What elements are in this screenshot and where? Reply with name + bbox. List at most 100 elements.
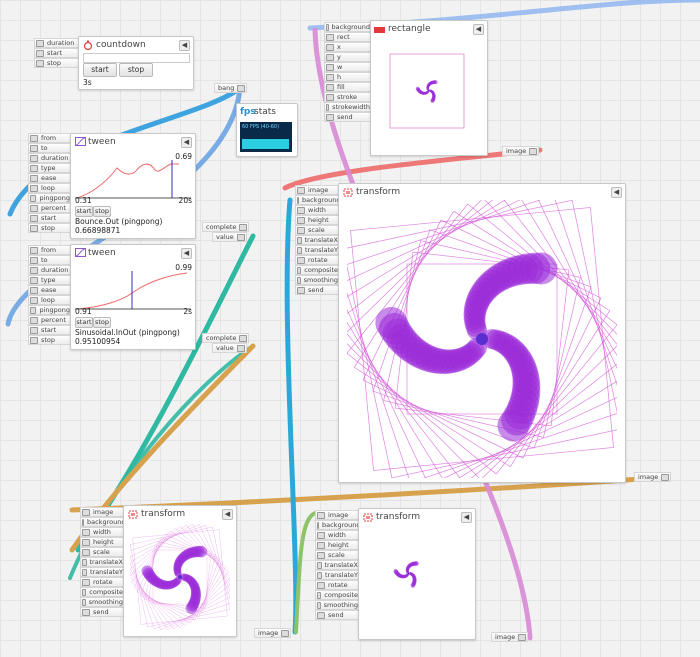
input-port[interactable]: x — [324, 42, 370, 52]
start-button[interactable]: start — [75, 206, 93, 217]
output-port-complete[interactable]: complete — [202, 333, 250, 343]
input-port[interactable]: type — [28, 275, 70, 285]
input-port[interactable]: fill — [324, 82, 370, 92]
input-port[interactable]: translateY — [315, 570, 358, 580]
input-port[interactable]: translateY — [295, 245, 338, 255]
input-port[interactable]: translateY — [80, 567, 123, 577]
close-button[interactable]: ◀ — [222, 509, 233, 520]
input-port[interactable]: rect — [324, 32, 370, 42]
close-button[interactable]: ◀ — [181, 248, 192, 259]
input-port[interactable]: translateX — [315, 560, 358, 570]
input-port[interactable]: width — [295, 205, 338, 215]
input-port[interactable]: stop — [28, 335, 70, 345]
rectangle-node[interactable]: rectangle ◀ — [370, 20, 488, 156]
input-port[interactable]: height — [315, 540, 358, 550]
transform-big-node[interactable]: transform ◀ — [338, 183, 626, 483]
input-port[interactable]: percent — [28, 203, 70, 213]
input-port[interactable]: send — [295, 285, 338, 295]
start-button[interactable]: start — [83, 63, 117, 77]
input-port[interactable]: rotate — [295, 255, 338, 265]
input-port[interactable]: width — [80, 527, 123, 537]
input-port[interactable]: strokewidth — [324, 102, 370, 112]
close-button[interactable]: ◀ — [179, 40, 190, 51]
output-port-image[interactable]: image — [491, 632, 529, 642]
input-port[interactable]: pingpong — [28, 193, 70, 203]
input-port[interactable]: composite — [80, 587, 123, 597]
input-port[interactable]: rotate — [315, 580, 358, 590]
input-port[interactable]: smoothing — [315, 600, 358, 610]
countdown-node[interactable]: countdown ◀ start stop 3s — [78, 36, 194, 90]
input-port[interactable]: loop — [28, 183, 70, 193]
input-port[interactable]: send — [80, 607, 123, 617]
fps-stats-node[interactable]: fps stats 60 FPS (40-60) — [236, 103, 298, 157]
input-port[interactable]: smoothing — [295, 275, 338, 285]
close-button[interactable]: ◀ — [611, 187, 622, 198]
input-port[interactable]: stop — [34, 58, 78, 68]
input-port[interactable]: stop — [28, 223, 70, 233]
input-port[interactable]: pingpong — [28, 305, 70, 315]
input-port[interactable]: composite — [315, 590, 358, 600]
input-port[interactable]: composite — [295, 265, 338, 275]
start-button[interactable]: start — [75, 317, 93, 328]
input-port[interactable]: loop — [28, 295, 70, 305]
close-button[interactable]: ◀ — [181, 137, 192, 148]
input-port[interactable]: type — [28, 163, 70, 173]
input-port[interactable]: image — [80, 507, 123, 517]
input-port[interactable]: image — [315, 510, 358, 520]
input-port[interactable]: background — [295, 195, 340, 205]
input-port[interactable]: to — [28, 143, 70, 153]
input-port[interactable]: height — [295, 215, 338, 225]
output-port-image[interactable]: image — [502, 146, 540, 156]
stop-button[interactable]: stop — [119, 63, 153, 77]
input-port[interactable]: height — [80, 537, 123, 547]
close-button[interactable]: ◀ — [473, 24, 484, 35]
input-port[interactable]: rotate — [80, 577, 123, 587]
input-port[interactable]: to — [28, 255, 70, 265]
input-port[interactable]: width — [315, 530, 358, 540]
input-port[interactable]: send — [315, 610, 358, 620]
output-port-value[interactable]: value — [212, 232, 247, 242]
input-port[interactable]: translateX — [80, 557, 123, 567]
input-port[interactable]: start — [28, 213, 70, 223]
close-button[interactable]: ◀ — [461, 512, 472, 523]
tween2-node[interactable]: tween ◀ 0.99 0.91 2s start stop Sinusoid… — [70, 244, 196, 350]
input-port[interactable]: translateX — [295, 235, 338, 245]
transform-br-node[interactable]: transform ◀ — [358, 508, 476, 640]
input-port[interactable]: background — [80, 517, 125, 527]
input-port[interactable]: percent — [28, 315, 70, 325]
input-port[interactable]: duration — [34, 38, 78, 48]
input-port[interactable]: smoothing — [80, 597, 123, 607]
input-port[interactable]: start — [34, 48, 78, 58]
output-port-bang[interactable]: bang — [214, 83, 248, 93]
current-value: 0.66898871 — [75, 226, 121, 235]
input-port[interactable]: duration — [28, 153, 70, 163]
output-port-complete[interactable]: complete — [202, 222, 250, 232]
input-port[interactable]: from — [28, 245, 70, 255]
output-port-value[interactable]: value — [212, 343, 247, 353]
input-port[interactable]: image — [295, 185, 338, 195]
input-port[interactable]: ease — [28, 285, 70, 295]
transform-preview — [393, 561, 419, 588]
input-port[interactable]: background — [324, 22, 370, 32]
input-port[interactable]: send — [324, 112, 370, 122]
input-port[interactable]: h — [324, 72, 370, 82]
input-port[interactable]: from — [28, 133, 70, 143]
transform-bl-node[interactable]: transform ◀ — [123, 505, 237, 637]
input-port[interactable]: stroke — [324, 92, 370, 102]
stop-button[interactable]: stop — [93, 317, 111, 328]
input-port[interactable]: start — [28, 325, 70, 335]
node-title: tween — [88, 137, 116, 147]
output-port-image[interactable]: image — [254, 628, 292, 638]
tween1-node[interactable]: tween ◀ 0.69 0.31 20s start stop Bounce.… — [70, 133, 196, 239]
input-port[interactable]: y — [324, 52, 370, 62]
input-port[interactable]: scale — [315, 550, 358, 560]
stop-button[interactable]: stop — [93, 206, 111, 217]
input-port[interactable]: w — [324, 62, 370, 72]
input-port[interactable]: duration — [28, 265, 70, 275]
duration-readout: 2s — [183, 307, 192, 316]
output-port-image[interactable]: image — [634, 472, 672, 482]
input-port[interactable]: background — [315, 520, 360, 530]
input-port[interactable]: scale — [80, 547, 123, 557]
input-port[interactable]: scale — [295, 225, 338, 235]
input-port[interactable]: ease — [28, 173, 70, 183]
